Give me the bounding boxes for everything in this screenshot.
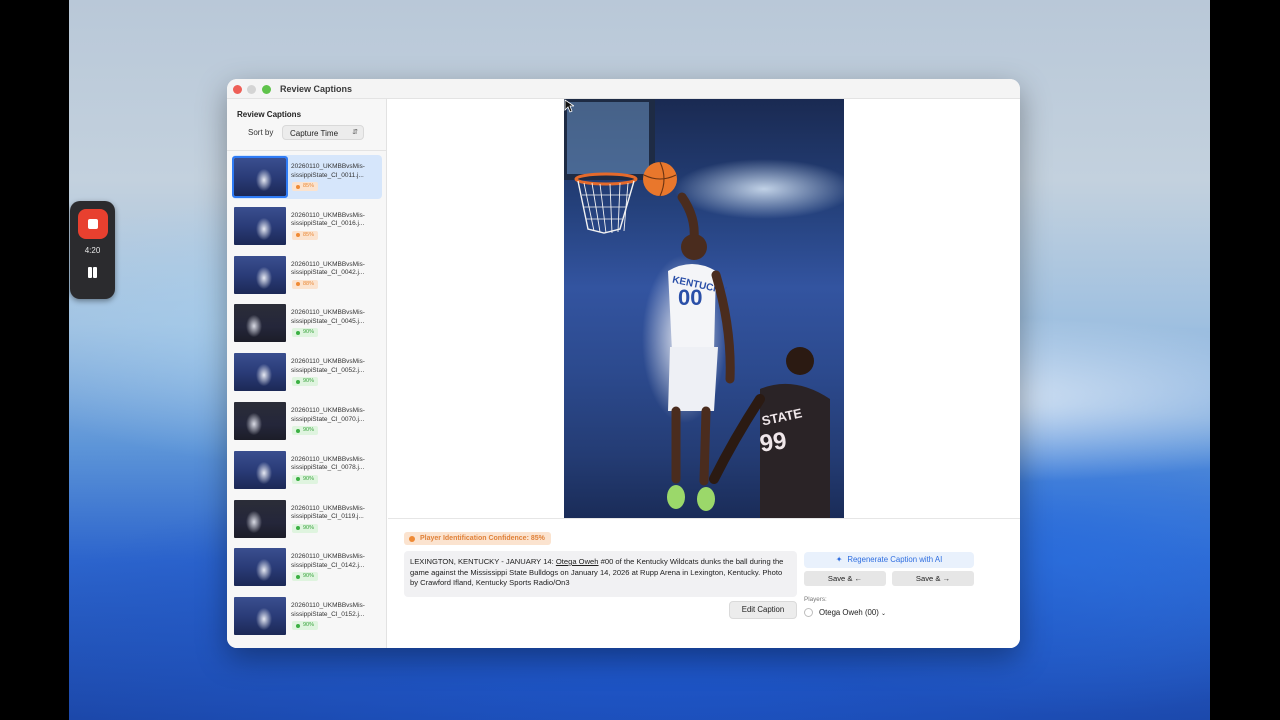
stop-recording-button[interactable] (78, 209, 108, 239)
photo-list-item[interactable]: 20260110_UKMBBvsMis-sissippiState_CI_015… (232, 594, 382, 638)
shoe-2 (697, 487, 715, 511)
chevron-down-icon: ⌄ (880, 611, 887, 617)
photo-thumbnail (234, 499, 286, 538)
photo-filename: 20260110_UKMBBvsMis-sissippiState_CI_001… (291, 163, 365, 179)
photo-filename: 20260110_UKMBBvsMis-sissippiState_CI_011… (291, 504, 365, 521)
shoe (667, 485, 685, 509)
photo-filename: 20260110_UKMBBvsMis-sissippiState_CI_007… (291, 407, 365, 423)
legs (671, 406, 711, 486)
confidence-badge: 90% (292, 474, 319, 484)
sidebar-heading: Review Captions (237, 110, 302, 119)
photo-thumbnail (234, 548, 286, 587)
arm (677, 192, 699, 244)
white-shorts (668, 347, 718, 411)
photo-filename: 20260110_UKMBBvsMis-sissippiState_CI_005… (291, 358, 365, 374)
sort-value: Capture Time (290, 129, 339, 138)
photo-filename: 20260110_UKMBBvsMis-sissippiState_CI_004… (291, 260, 365, 277)
zoom-window-button[interactable] (262, 85, 271, 94)
pause-icon[interactable] (87, 267, 98, 280)
save-next-button[interactable]: Save & → (892, 571, 974, 586)
defender-arm (709, 394, 765, 484)
photo-thumbnail (232, 156, 288, 198)
jersey-back-number: 99 (758, 427, 788, 457)
photo-list-item[interactable]: 20260110_UKMBBvsMis-sissippiState_CI_004… (232, 253, 382, 297)
right-arm (711, 270, 735, 384)
photo-filename: 20260110_UKMBBvsMis-sissippiState_CI_007… (291, 455, 365, 472)
photo-list-item[interactable]: 20260110_UKMBBvsMis-sissippiState_CI_014… (232, 545, 382, 589)
caption-player-link[interactable]: Otega Oweh (556, 557, 599, 566)
photo-list-item[interactable]: 20260110_UKMBBvsMis-sissippiState_CI_001… (232, 155, 382, 199)
divider (227, 150, 386, 151)
confidence-badge: 85% (292, 182, 319, 191)
photo-thumbnail (234, 206, 286, 245)
confidence-badge: 90% (292, 328, 319, 338)
window-title: Review Captions (280, 84, 353, 94)
head (681, 234, 707, 260)
confidence-badge: 90% (292, 426, 319, 435)
photo-list-item[interactable]: 20260110_UKMBBvsMis-sissippiState_CI_007… (232, 399, 382, 443)
confidence-badge: 85% (292, 230, 319, 240)
photo-thumbnail (234, 255, 286, 294)
letterbox-left (0, 0, 69, 720)
confidence-badge: 90% (292, 572, 319, 582)
photo-list-item[interactable]: 20260110_UKMBBvsMis-sissippiState_CI_007… (232, 448, 382, 492)
caption-text: LEXINGTON, KENTUCKY - JANUARY 14: Otega … (404, 551, 797, 597)
defender-head (786, 347, 814, 375)
photo-thumbnail (234, 353, 286, 392)
photo-list-item[interactable]: 20260110_UKMBBvsMis-sissippiState_CI_001… (232, 204, 382, 248)
main-panel: KENTUCKY 00 STATE 99 Player Identificati… (388, 99, 1020, 648)
photo-thumbnail (234, 304, 286, 343)
photo-preview: KENTUCKY 00 STATE 99 (564, 99, 844, 518)
confidence-badge: Player Identification Confidence: 85% (404, 532, 551, 545)
sparkle-icon: ✦ (835, 555, 843, 564)
edit-caption-button[interactable]: Edit Caption (729, 601, 797, 619)
confidence-badge: 90% (292, 621, 319, 631)
dunk-photo-illustration: KENTUCKY 00 STATE 99 (564, 99, 830, 518)
confidence-badge: 90% (292, 523, 319, 533)
photo-thumbnail (234, 402, 286, 440)
photo-thumbnail (234, 450, 286, 489)
chevron-updown-icon: ⇵ (352, 129, 358, 136)
screen-recorder-widget: 4:20 (70, 201, 115, 299)
photo-thumbnail (234, 597, 286, 636)
confidence-badge: 90% (292, 377, 319, 387)
caption-dateline: LEXINGTON, KENTUCKY - JANUARY 14: (410, 557, 556, 566)
sidebar: Review Captions Sort by Capture Time ⇵ 2… (227, 99, 387, 648)
recording-time: 4:20 (84, 246, 101, 255)
player-radio[interactable] (804, 608, 813, 617)
photo-list-item[interactable]: 20260110_UKMBBvsMis-sissippiState_CI_011… (232, 497, 382, 541)
save-previous-button[interactable]: Save & ← (804, 571, 886, 586)
photo-filename: 20260110_UKMBBvsMis-sissippiState_CI_001… (291, 211, 365, 228)
mouse-cursor-icon (564, 99, 574, 113)
player-name[interactable]: Otega Oweh (00) ⌄ (819, 608, 886, 617)
regenerate-label: Regenerate Caption with AI (847, 555, 943, 564)
confidence-badge: 88% (292, 279, 319, 289)
regenerate-caption-button[interactable]: ✦ Regenerate Caption with AI (804, 552, 974, 568)
players-label: Players: (804, 596, 827, 603)
net-rings (582, 194, 630, 220)
photo-filename: 20260110_UKMBBvsMis-sissippiState_CI_014… (291, 553, 365, 569)
photo-filename: 20260110_UKMBBvsMis-sissippiState_CI_015… (291, 602, 365, 618)
sort-label: Sort by (248, 128, 274, 137)
letterbox-right (1210, 0, 1280, 720)
close-window-button[interactable] (233, 85, 242, 94)
photo-list-item[interactable]: 20260110_UKMBBvsMis-sissippiState_CI_004… (232, 301, 382, 345)
review-captions-window: Review Captions Review Captions Sort by … (227, 79, 1020, 648)
photo-filename: 20260110_UKMBBvsMis-sissippiState_CI_004… (291, 309, 365, 325)
photo-list-item[interactable]: 20260110_UKMBBvsMis-sissippiState_CI_005… (232, 350, 382, 394)
sort-select[interactable]: Capture Time ⇵ (282, 125, 364, 140)
title-bar: Review Captions (227, 79, 1020, 99)
minimize-window-button[interactable] (247, 85, 256, 94)
jersey-front-number: 00 (678, 285, 702, 310)
divider (388, 518, 1020, 519)
backboard (564, 99, 652, 177)
